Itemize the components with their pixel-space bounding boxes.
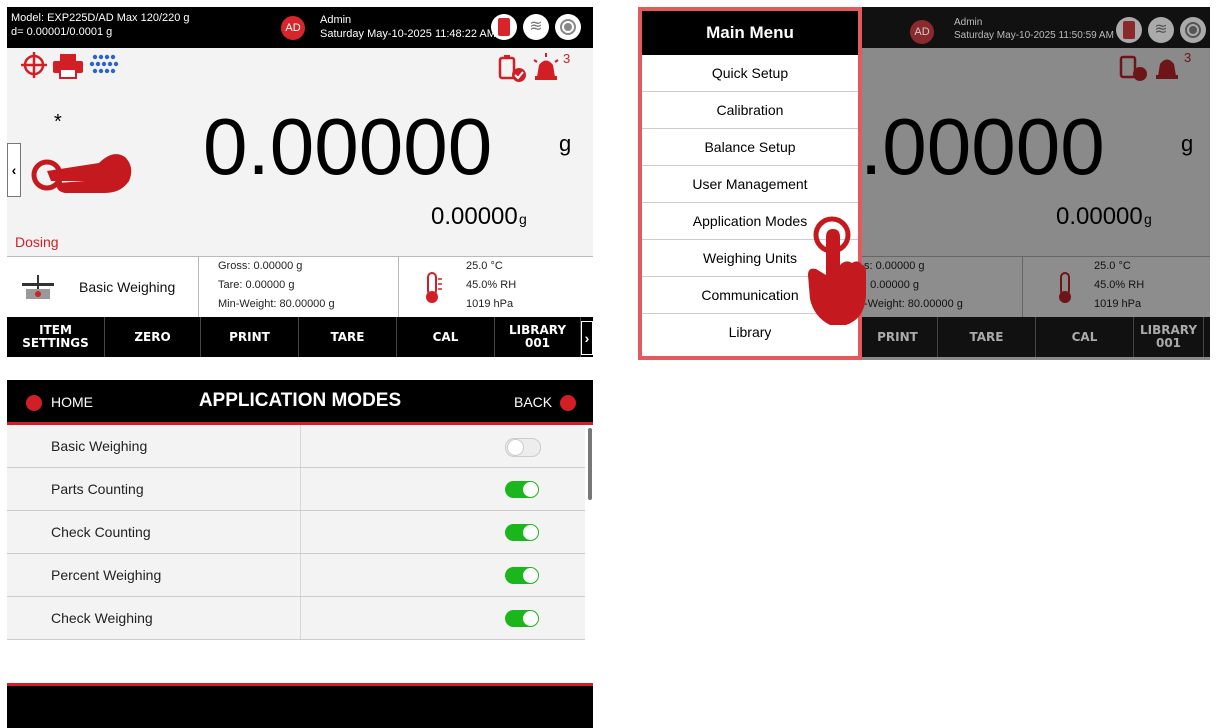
tare-button[interactable]: TARE — [299, 317, 397, 357]
temperature: 25.0 °C — [466, 260, 503, 272]
humidity: 45.0% RH — [1094, 279, 1145, 291]
datetime: Saturday May-10-2025 11:48:22 AM — [320, 28, 496, 40]
thermometer-icon — [426, 272, 442, 303]
item-settings-button[interactable]: ITEM SETTINGS — [7, 317, 105, 357]
mode-label: Parts Counting — [51, 481, 144, 497]
crosshair-icon[interactable] — [21, 52, 47, 78]
pressure: 1019 hPa — [466, 298, 514, 310]
mode-toggle-parts-counting[interactable] — [505, 481, 539, 498]
user-info: Admin Saturday May-10-2025 11:50:59 AM — [954, 16, 1114, 42]
gross-value: s: 0.00000 g — [864, 260, 925, 272]
library-button[interactable]: LIBRARY 001 — [495, 317, 581, 357]
usb-icon[interactable] — [491, 14, 517, 40]
alarm-count: 3 — [563, 51, 571, 66]
print-button[interactable]: PRINT — [858, 317, 938, 357]
list-item[interactable]: Basic Weighing — [7, 425, 585, 468]
humidity: 45.0% RH — [466, 279, 517, 291]
mode-toggle-basic-weighing[interactable] — [505, 438, 541, 457]
mode-toggle-check-weighing[interactable] — [505, 610, 539, 627]
info-row: Basic Weighing Gross: 0.00000 g Tare: 0.… — [7, 256, 593, 318]
mode-label: Check Counting — [51, 524, 151, 540]
tare-value: Tare: 0.00000 g — [218, 279, 295, 291]
avatar[interactable]: AD — [281, 16, 305, 40]
mode-label: Percent Weighing — [51, 567, 162, 583]
user-info: Admin Saturday May-10-2025 11:48:22 AM — [320, 13, 496, 41]
application-modes-screen: HOME APPLICATION MODES BACK Basic Weighi… — [7, 380, 593, 646]
zero-button[interactable]: ZERO — [105, 317, 201, 357]
environment-cell: 25.0 °C 45.0% RH 1019 hPa — [398, 257, 593, 317]
mode-toggle-check-counting[interactable] — [505, 524, 539, 541]
app-mode-label: Basic Weighing — [79, 279, 176, 295]
list-item[interactable]: Parts Counting — [7, 468, 585, 511]
alarm-icon[interactable] — [532, 53, 560, 81]
main-unit: g — [559, 131, 572, 156]
mode-toggle-percent-weighing[interactable] — [505, 567, 539, 584]
library-button[interactable]: LIBRARY 001 — [1134, 317, 1204, 357]
keypad-icon[interactable] — [89, 53, 121, 77]
back-icon[interactable] — [560, 395, 576, 411]
scrollbar[interactable] — [588, 428, 592, 500]
list-item[interactable]: Check Counting — [7, 511, 585, 554]
mode-label: Check Weighing — [51, 610, 153, 626]
level-icon[interactable] — [555, 14, 581, 40]
min-weight-value: -Weight: 80.00000 g — [864, 298, 963, 310]
main-reading: 0.00000 — [203, 102, 493, 191]
status-header: Model: EXP225D/AD Max 120/220 g d= 0.000… — [7, 7, 593, 48]
battery-check-icon[interactable] — [497, 55, 527, 83]
page-title: APPLICATION MODES — [198, 390, 402, 411]
mode-status: Dosing — [15, 234, 59, 250]
pressure: 1019 hPa — [1094, 298, 1142, 310]
avatar[interactable]: AD — [910, 20, 934, 44]
main-unit: g — [1181, 131, 1194, 156]
function-bar: ITEM SETTINGS ZERO PRINT TARE CAL LIBRAR… — [7, 317, 593, 357]
scale-icon — [22, 275, 54, 299]
secondary-reading: 0.00000 — [431, 203, 518, 230]
thermometer-icon — [1059, 272, 1071, 303]
secondary-reading: 0.00000 — [1056, 203, 1143, 230]
print-button[interactable]: PRINT — [201, 317, 299, 357]
min-weight-value: Min-Weight: 80.00000 g — [218, 298, 335, 310]
alarm-count: 3 — [1184, 50, 1192, 65]
list-item[interactable]: Percent Weighing — [7, 554, 585, 597]
tare-value: : 0.00000 g — [864, 279, 920, 291]
app-mode-cell[interactable]: Basic Weighing — [7, 257, 199, 317]
hand-pointer-icon — [31, 154, 132, 193]
hand-pointer-icon — [808, 216, 866, 325]
model-info: Model: EXP225D/AD Max 120/220 g d= 0.000… — [11, 11, 190, 39]
stability-asterisk: * — [54, 111, 62, 133]
cropped-screen-header — [7, 683, 593, 728]
main-menu-screen: AD Admin Saturday May-10-2025 11:50:59 A… — [638, 7, 1210, 360]
model-line: Model: EXP225D/AD Max 120/220 g — [11, 12, 190, 24]
temperature: 25.0 °C — [1094, 260, 1131, 272]
secondary-unit: g — [519, 211, 527, 227]
wifi-icon[interactable]: ≋ — [523, 14, 549, 40]
level-icon[interactable] — [1180, 17, 1206, 43]
user-name: Admin — [320, 14, 352, 26]
weight-details-cell: Gross: 0.00000 g Tare: 0.00000 g Min-Wei… — [198, 257, 399, 317]
wifi-icon[interactable]: ≋ — [1148, 17, 1174, 43]
mode-label: Basic Weighing — [51, 438, 148, 454]
app-modes-header: HOME APPLICATION MODES BACK — [7, 380, 593, 425]
printer-icon[interactable] — [52, 53, 84, 79]
list-item[interactable]: Check Weighing — [7, 597, 585, 640]
back-link[interactable]: BACK — [514, 394, 552, 410]
battery-check-icon — [1119, 55, 1147, 81]
user-name: Admin — [954, 17, 983, 28]
datetime: Saturday May-10-2025 11:50:59 AM — [954, 30, 1114, 41]
usb-icon[interactable] — [1116, 17, 1142, 43]
main-reading: .00000 — [860, 102, 1105, 191]
gross-value: Gross: 0.00000 g — [218, 260, 303, 272]
secondary-unit: g — [1144, 211, 1152, 227]
left-panel-tab[interactable]: ‹ — [7, 143, 21, 197]
balance-home-screen: Model: EXP225D/AD Max 120/220 g d= 0.000… — [7, 7, 593, 357]
alarm-icon — [1156, 59, 1178, 79]
right-panel-tab[interactable]: › — [581, 321, 593, 355]
cal-button[interactable]: CAL — [1036, 317, 1134, 357]
readability-line: d= 0.00001/0.0001 g — [11, 26, 113, 38]
tare-button[interactable]: TARE — [938, 317, 1036, 357]
cal-button[interactable]: CAL — [397, 317, 495, 357]
